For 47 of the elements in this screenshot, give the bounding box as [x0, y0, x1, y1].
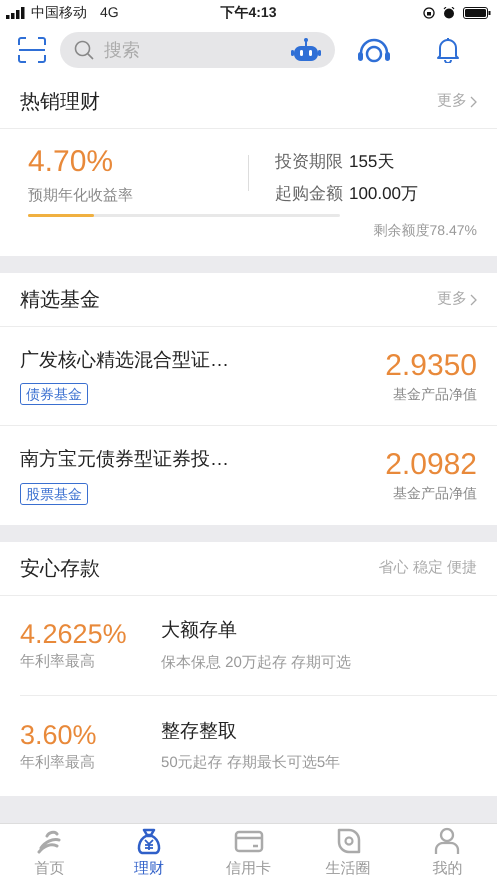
- remaining-quota: 剩余额度78.47%: [374, 221, 477, 240]
- headset-icon[interactable]: [357, 37, 391, 63]
- section-slogan: 省心 稳定 便捷: [378, 558, 477, 578]
- fund-tag: 股票基金: [20, 482, 88, 505]
- section-title: 精选基金: [20, 288, 100, 312]
- fund-nav-value: 2.0982: [385, 447, 477, 483]
- search-field[interactable]: 搜索: [60, 32, 335, 68]
- fund-nav-label: 基金产品净值: [393, 484, 477, 503]
- fund-name: 南方宝元债券型证券投…: [20, 448, 229, 472]
- field-label: 起购金额: [275, 182, 343, 204]
- yield-rate: 4.70%: [28, 144, 114, 180]
- section-title: 安心存款: [20, 556, 100, 582]
- field-value: 100.00万: [349, 182, 418, 204]
- rotation-lock-icon: [423, 6, 435, 18]
- section-title: 热销理财: [20, 90, 100, 114]
- deposit-name: 大额存单: [161, 619, 238, 643]
- chevron-right-icon: [470, 294, 477, 306]
- status-time: 下午4:13: [219, 3, 278, 22]
- chevron-right-icon: [470, 96, 477, 108]
- carrier-name: 中国移动: [31, 3, 87, 22]
- search-icon: [74, 40, 94, 60]
- deposit-rate: 4.2625%: [20, 618, 128, 652]
- fund-nav-label: 基金产品净值: [393, 384, 477, 404]
- deposit-rate-label: 年利率最高: [20, 752, 96, 773]
- alarm-icon: [443, 6, 455, 18]
- yield-label: 预期年化收益率: [28, 186, 134, 206]
- fund-name: 广发核心精选混合型证…: [20, 348, 229, 373]
- deposit-rate-label: 年利率最高: [20, 652, 96, 672]
- product-card[interactable]: 4.70% 预期年化收益率 投资期限 155天 起购金额 100.00万 剩余额度78.47%: [0, 129, 497, 256]
- deposit-row[interactable]: 3.60% 年利率最高 整存整取 50元起存 存期最长可选5年: [20, 696, 497, 796]
- fund-nav-value: 2.9350: [385, 348, 477, 384]
- notification-bell-icon[interactable]: [435, 37, 461, 63]
- robot-icon[interactable]: [291, 37, 321, 63]
- deposit-description: 保本保息 20万起存 存期可选: [161, 652, 352, 672]
- deposit-rate: 3.60%: [20, 718, 98, 752]
- fund-row[interactable]: 南方宝元债券型证券投… 股票基金 2.0982 基金产品净值: [0, 426, 497, 525]
- battery-icon: [463, 6, 491, 18]
- scan-icon[interactable]: [18, 37, 46, 63]
- tab-item[interactable]: 理财: [99, 824, 199, 883]
- deposit-name: 整存整取: [161, 720, 238, 744]
- field-value: 155天: [349, 151, 394, 173]
- fund-row[interactable]: 广发核心精选混合型证… 债券基金 2.9350 基金产品净值: [0, 327, 497, 426]
- deposit-row[interactable]: 4.2625% 年利率最高 大额存单 保本保息 20万起存 存期可选: [20, 596, 497, 696]
- deposit-description: 50元起存 存期最长可选5年: [161, 753, 340, 773]
- field-label: 投资期限: [275, 151, 343, 173]
- network-type: 4G: [100, 3, 119, 22]
- fund-tag: 债券基金: [20, 383, 88, 406]
